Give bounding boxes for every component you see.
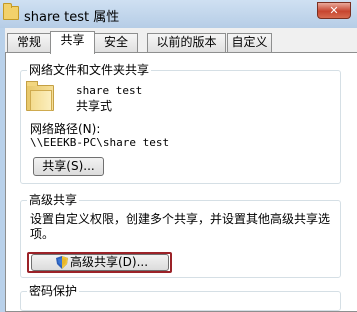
network-path-value: \\EEEKB-PC\share test <box>30 136 170 149</box>
shared-folder-icon <box>26 81 54 111</box>
network-sharing-label: 网络文件和文件夹共享 <box>27 63 152 77</box>
window-title: share test 属性 <box>24 10 120 25</box>
close-icon: ✕ <box>329 4 339 17</box>
title-bar: share test 属性 ✕ <box>0 0 357 28</box>
password-protection-group: 密码保护 <box>20 284 341 311</box>
tab-general[interactable]: 常规 <box>7 33 51 52</box>
share-button-label: 共享(S)... <box>42 159 95 173</box>
network-path-label: 网络路径(N): <box>30 122 101 136</box>
share-status: 共享式 <box>76 99 113 113</box>
folder-name: share test <box>76 84 143 97</box>
tab-label: 以前的版本 <box>156 35 217 49</box>
advanced-sharing-description-2: 项。 <box>30 227 55 241</box>
folder-icon <box>3 3 19 20</box>
tab-customize[interactable]: 自定义 <box>227 33 272 52</box>
tab-previous-versions[interactable]: 以前的版本 <box>147 33 226 52</box>
tab-label: 自定义 <box>231 35 268 49</box>
share-button[interactable]: 共享(S)... <box>33 157 104 176</box>
close-button[interactable]: ✕ <box>317 2 351 19</box>
highlight-annotation <box>27 252 172 273</box>
advanced-sharing-label: 高级共享 <box>27 193 80 207</box>
tab-label: 安全 <box>103 35 128 49</box>
tab-label: 常规 <box>16 35 41 49</box>
tab-security[interactable]: 安全 <box>94 33 138 52</box>
tab-label: 共享 <box>60 33 85 47</box>
password-protection-label: 密码保护 <box>27 284 80 298</box>
tab-sharing[interactable]: 共享 <box>50 31 95 54</box>
advanced-sharing-description-1: 设置自定义权限，创建多个共享，并设置其他高级共享选 <box>30 212 331 226</box>
